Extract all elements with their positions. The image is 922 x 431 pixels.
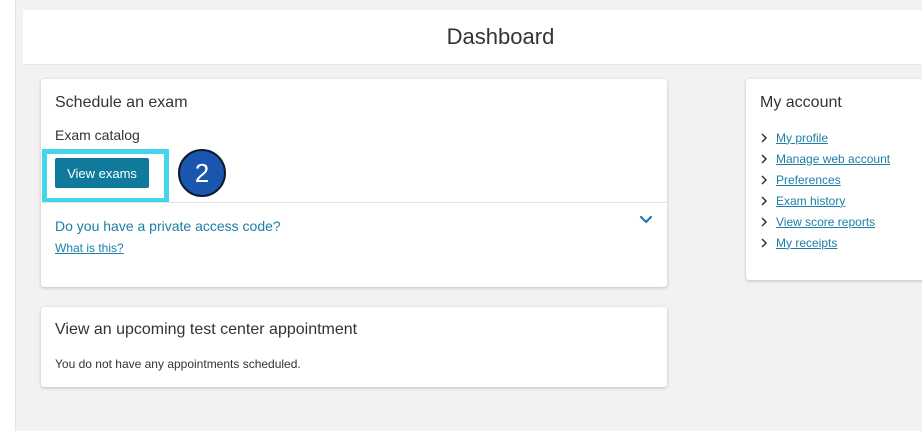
- account-link-item: My profile: [760, 127, 890, 148]
- chevron-right-icon: [760, 132, 776, 144]
- schedule-exam-card: Schedule an exam Exam catalog View exams…: [41, 79, 667, 287]
- exam-history-link[interactable]: Exam history: [776, 194, 845, 208]
- account-link-item: Manage web account: [760, 148, 890, 169]
- preferences-link[interactable]: Preferences: [776, 173, 841, 187]
- no-appointments-message: You do not have any appointments schedul…: [55, 357, 301, 371]
- chevron-right-icon: [760, 195, 776, 207]
- view-score-reports-link[interactable]: View score reports: [776, 215, 875, 229]
- my-account-title: My account: [760, 94, 842, 111]
- divider: [41, 202, 667, 203]
- account-links: My profile Manage web account Preference…: [760, 127, 890, 253]
- my-receipts-link[interactable]: My receipts: [776, 236, 837, 250]
- chevron-right-icon: [760, 174, 776, 186]
- left-rail: [0, 0, 16, 431]
- my-account-card: My account My profile Manage web account…: [746, 79, 922, 280]
- exam-catalog-label: Exam catalog: [55, 127, 140, 143]
- step-badge: 2: [178, 149, 226, 197]
- account-link-item: View score reports: [760, 211, 890, 232]
- upcoming-appointment-card: View an upcoming test center appointment…: [41, 307, 667, 387]
- upcoming-appointment-title: View an upcoming test center appointment: [55, 321, 358, 338]
- account-link-item: Preferences: [760, 169, 890, 190]
- chevron-down-icon[interactable]: [638, 212, 654, 228]
- my-profile-link[interactable]: My profile: [776, 131, 828, 145]
- account-link-item: My receipts: [760, 232, 890, 253]
- schedule-exam-title: Schedule an exam: [55, 94, 188, 111]
- view-exams-button[interactable]: View exams: [55, 158, 149, 188]
- account-link-item: Exam history: [760, 190, 890, 211]
- page-title: Dashboard: [446, 24, 555, 49]
- manage-web-account-link[interactable]: Manage web account: [776, 152, 890, 166]
- page-header: Dashboard: [23, 10, 922, 65]
- what-is-this-link[interactable]: What is this?: [55, 241, 124, 255]
- chevron-right-icon: [760, 216, 776, 228]
- chevron-right-icon: [760, 153, 776, 165]
- chevron-right-icon: [760, 237, 776, 249]
- private-access-code-toggle[interactable]: Do you have a private access code?: [55, 218, 281, 234]
